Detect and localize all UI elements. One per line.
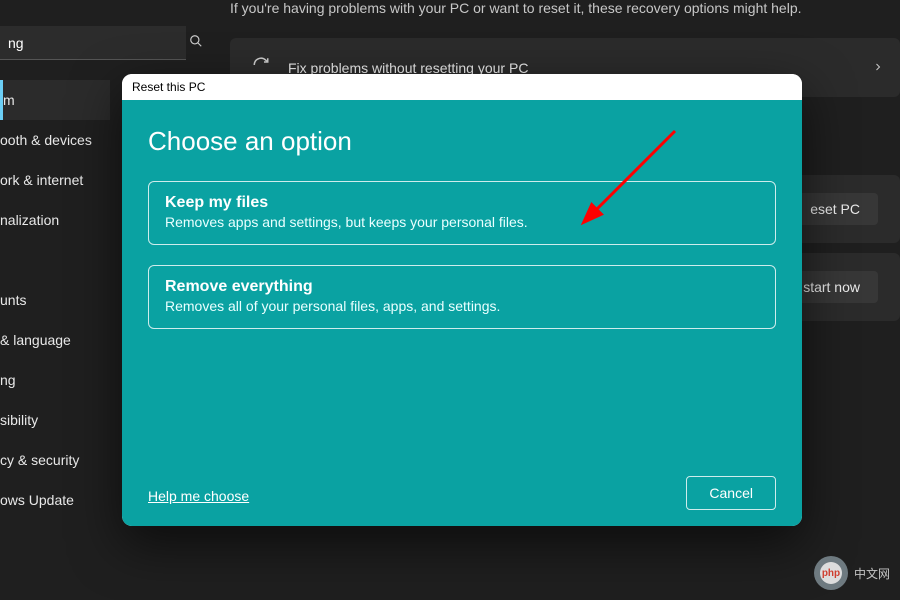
nav-item-gaming[interactable]: ng	[0, 360, 110, 400]
dialog-body: Choose an option Keep my files Removes a…	[122, 100, 802, 526]
dialog-titlebar: Reset this PC	[122, 74, 802, 100]
nav-item-accounts[interactable]: unts	[0, 280, 110, 320]
option-subtitle: Removes apps and settings, but keeps you…	[165, 214, 759, 230]
nav-label: ows Update	[0, 492, 74, 508]
option-remove-everything[interactable]: Remove everything Removes all of your pe…	[148, 265, 776, 329]
option-title: Keep my files	[165, 194, 759, 212]
nav-item-accessibility[interactable]: sibility	[0, 400, 110, 440]
nav-label: ork & internet	[0, 172, 83, 188]
nav-item-bluetooth[interactable]: ooth & devices	[0, 120, 110, 160]
search-input[interactable]	[8, 35, 189, 51]
nav-label: & language	[0, 332, 71, 348]
option-title: Remove everything	[165, 278, 759, 296]
reset-pc-dialog: Reset this PC Choose an option Keep my f…	[122, 74, 802, 526]
page-intro: If you're having problems with your PC o…	[230, 0, 900, 16]
nav-label: m	[3, 92, 15, 108]
watermark-badge-text: php	[820, 562, 842, 584]
nav-item-system[interactable]: m	[0, 80, 110, 120]
reset-pc-button[interactable]: eset PC	[792, 193, 878, 225]
watermark-text: 中文网	[854, 565, 890, 582]
dialog-heading: Choose an option	[148, 126, 776, 157]
nav-label: unts	[0, 292, 26, 308]
search-box[interactable]	[0, 26, 186, 60]
watermark: php 中文网	[814, 556, 890, 590]
settings-sidebar: m ooth & devices ork & internet nalizati…	[0, 0, 110, 600]
chevron-right-icon	[872, 60, 884, 76]
nav-label: sibility	[0, 412, 38, 428]
option-subtitle: Removes all of your personal files, apps…	[165, 298, 759, 314]
nav-label: nalization	[0, 212, 59, 228]
nav-label: ng	[0, 372, 16, 388]
nav-item-privacy-security[interactable]: cy & security	[0, 440, 110, 480]
option-keep-my-files[interactable]: Keep my files Removes apps and settings,…	[148, 181, 776, 245]
watermark-badge-icon: php	[814, 556, 848, 590]
cancel-button[interactable]: Cancel	[686, 476, 776, 510]
search-icon	[189, 34, 203, 51]
nav-item-windows-update[interactable]: ows Update	[0, 480, 110, 520]
nav-list: m ooth & devices ork & internet nalizati…	[0, 80, 110, 520]
nav-item-apps[interactable]	[0, 240, 110, 280]
nav-item-network[interactable]: ork & internet	[0, 160, 110, 200]
nav-item-personalization[interactable]: nalization	[0, 200, 110, 240]
nav-label: cy & security	[0, 452, 79, 468]
nav-label: ooth & devices	[0, 132, 92, 148]
help-me-choose-link[interactable]: Help me choose	[148, 488, 249, 504]
nav-item-time-language[interactable]: & language	[0, 320, 110, 360]
